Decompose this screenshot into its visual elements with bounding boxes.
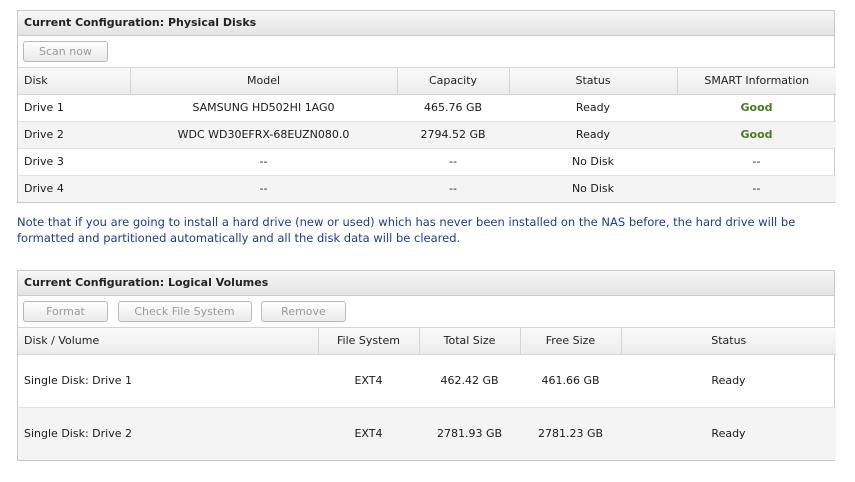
volume-cell: Single Disk: Drive 2 [18,407,318,460]
smart-cell: -- [677,148,836,176]
disk-cell: Drive 1 [18,94,130,122]
table-row[interactable]: Drive 4 -- -- No Disk -- [18,175,836,202]
free-size-cell: 461.66 GB [520,354,621,408]
table-row[interactable]: Single Disk: Drive 2 EXT4 2781.93 GB 278… [18,407,836,460]
free-size-cell: 2781.23 GB [520,407,621,460]
model-cell: WDC WD30EFRX-68EUZN080.0 [130,121,397,149]
col-header-capacity[interactable]: Capacity [397,68,510,95]
scan-now-button[interactable]: Scan now [23,41,108,62]
physical-disks-toolbar: Scan now [18,36,834,68]
col-header-total-size[interactable]: Total Size [419,328,521,355]
total-size-cell: 462.42 GB [419,354,520,408]
table-row[interactable]: Drive 2 WDC WD30EFRX-68EUZN080.0 2794.52… [18,121,836,149]
col-header-volume-status[interactable]: Status [621,328,836,355]
col-header-smart[interactable]: SMART Information [677,68,836,95]
physical-disks-title: Current Configuration: Physical Disks [18,11,834,36]
disk-cell: Drive 2 [18,121,130,149]
remove-button[interactable]: Remove [261,301,346,322]
status-cell: Ready [509,94,677,122]
table-row[interactable]: Drive 3 -- -- No Disk -- [18,148,836,176]
col-header-free-size[interactable]: Free Size [520,328,622,355]
logical-volumes-title: Current Configuration: Logical Volumes [18,271,834,296]
model-cell: -- [130,148,397,176]
volume-status-cell: Ready [621,407,836,460]
physical-disks-table: Disk Model Capacity Status SMART Informa… [18,68,836,202]
total-size-cell: 2781.93 GB [419,407,520,460]
format-warning-note: Note that if you are going to install a … [17,215,796,245]
status-cell: No Disk [509,148,677,176]
status-cell: Ready [509,121,677,149]
physical-disks-panel: Current Configuration: Physical Disks Sc… [17,10,836,203]
table-header-row: Disk / Volume File System Total Size Fre… [18,328,836,355]
col-header-model[interactable]: Model [130,68,398,95]
model-cell: -- [130,175,397,202]
col-header-disk-volume[interactable]: Disk / Volume [18,328,319,355]
file-system-cell: EXT4 [318,407,419,460]
file-system-cell: EXT4 [318,354,419,408]
model-cell: SAMSUNG HD502HI 1AG0 [130,94,397,122]
volume-cell: Single Disk: Drive 1 [18,354,318,408]
check-file-system-button[interactable]: Check File System [117,301,252,322]
col-header-file-system[interactable]: File System [318,328,420,355]
smart-cell: Good [677,121,836,149]
table-row[interactable]: Single Disk: Drive 1 EXT4 462.42 GB 461.… [18,354,836,408]
capacity-cell: -- [397,148,509,176]
logical-volumes-toolbar: Format Check File System Remove [18,296,834,328]
capacity-cell: 465.76 GB [397,94,509,122]
status-cell: No Disk [509,175,677,202]
table-header-row: Disk Model Capacity Status SMART Informa… [18,68,836,95]
smart-cell: -- [677,175,836,202]
col-header-status[interactable]: Status [509,68,678,95]
disk-cell: Drive 4 [18,175,130,202]
disk-cell: Drive 3 [18,148,130,176]
volume-status-cell: Ready [621,354,836,408]
table-row[interactable]: Drive 1 SAMSUNG HD502HI 1AG0 465.76 GB R… [18,94,836,122]
col-header-disk[interactable]: Disk [18,68,131,95]
capacity-cell: 2794.52 GB [397,121,509,149]
logical-volumes-table: Disk / Volume File System Total Size Fre… [18,328,836,460]
format-button[interactable]: Format [23,301,108,322]
logical-volumes-panel: Current Configuration: Logical Volumes F… [17,270,836,461]
capacity-cell: -- [397,175,509,202]
smart-cell: Good [677,94,836,122]
